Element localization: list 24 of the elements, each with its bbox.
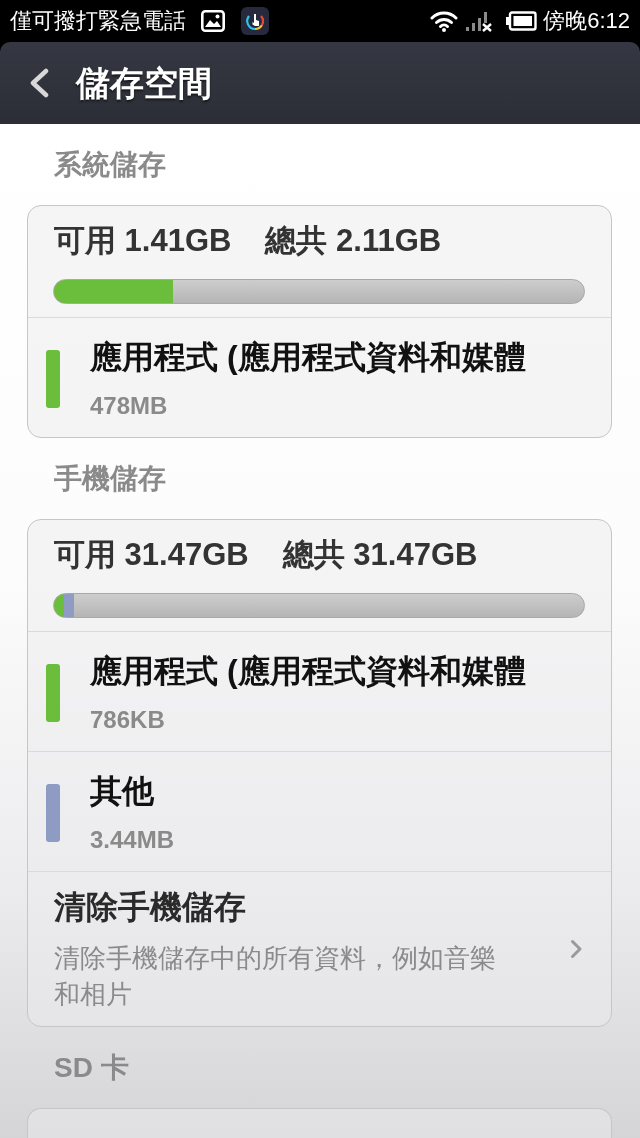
signal-x-icon [465,10,494,32]
size-text: 3.44MB [90,825,175,855]
category-label[interactable]: 其他 [90,769,154,813]
available-text: 可用 31.47GB [54,536,249,574]
section-title: 系統儲存 [54,148,166,182]
section-title: 手機儲存 [54,462,166,496]
size-text: 786KB [90,705,165,735]
notification-text: 僅可撥打緊急電話 [10,7,186,35]
battery-icon [505,11,538,31]
available-text: 可用 1.41GB [54,222,232,260]
setting-description: 清除手機儲存中的所有資料，例如音樂和相片 [54,942,497,1011]
section-title: SD 卡 [54,1051,129,1085]
total-text: 總共 2.11GB [265,222,442,260]
category-label[interactable]: 應用程式 (應用程式資料和媒體 [90,335,526,379]
category-label[interactable]: 應用程式 (應用程式資料和媒體 [90,649,526,693]
hand-ring-icon [241,7,269,35]
total-text: 總共 31.47GB [282,536,478,574]
size-text: 478MB [90,391,168,421]
back-icon[interactable] [28,68,50,98]
setting-title[interactable]: 清除手機儲存 [54,885,246,929]
wifi-icon [430,10,459,32]
image-icon [201,10,225,32]
clock-text: 傍晚6:12 [543,7,630,35]
page-title: 儲存空間 [76,63,212,104]
